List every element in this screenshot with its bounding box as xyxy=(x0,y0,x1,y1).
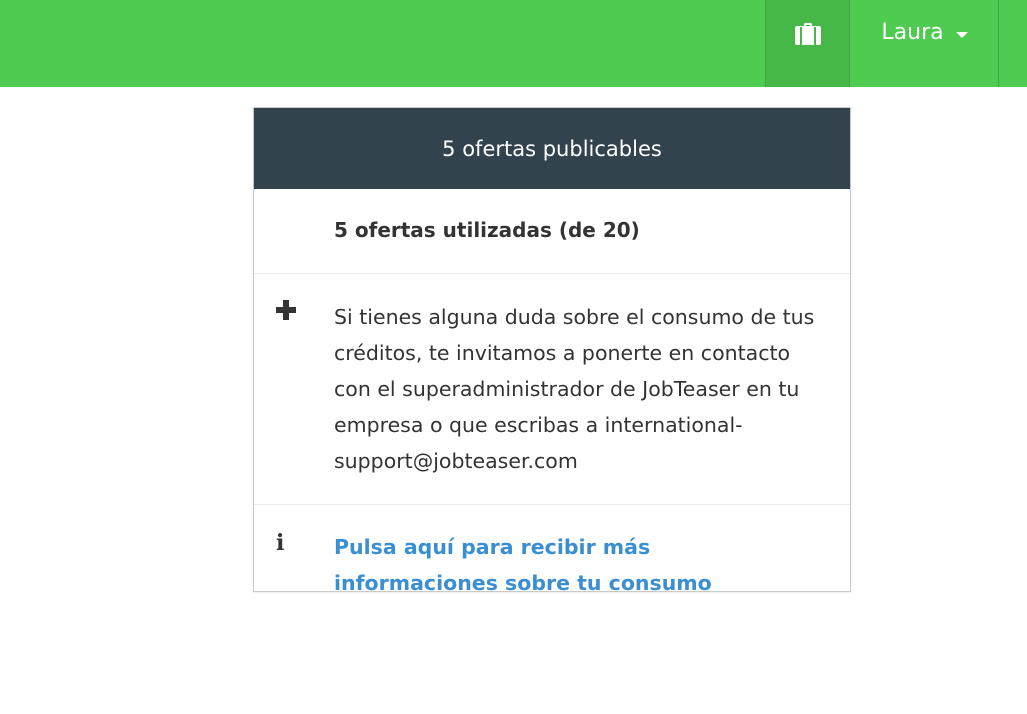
consumption-info-link[interactable]: Pulsa aquí para recibir más informacione… xyxy=(334,535,712,591)
info-icon: i xyxy=(276,530,285,556)
used-offers-text: 5 ofertas utilizadas (de 20) xyxy=(334,218,640,242)
user-name: Laura xyxy=(881,20,944,45)
card-title: 5 ofertas publicables xyxy=(442,136,662,161)
info-row: i Pulsa aquí para recibir más informacio… xyxy=(254,505,850,591)
card-header: 5 ofertas publicables xyxy=(254,108,850,189)
user-menu-dropdown[interactable]: Laura xyxy=(851,0,999,87)
help-text: Si tienes alguna duda sobre el consumo d… xyxy=(334,305,815,473)
help-row: Si tienes alguna duda sobre el consumo d… xyxy=(254,274,850,505)
offers-card: 5 ofertas publicables 5 ofertas utilizad… xyxy=(253,107,851,592)
top-navbar: Laura xyxy=(0,0,1027,87)
plus-icon xyxy=(276,300,296,320)
used-offers-row: 5 ofertas utilizadas (de 20) xyxy=(254,189,850,274)
caret-down-icon xyxy=(955,32,968,38)
briefcase-icon xyxy=(794,22,821,45)
jobs-nav-button[interactable] xyxy=(765,0,850,87)
